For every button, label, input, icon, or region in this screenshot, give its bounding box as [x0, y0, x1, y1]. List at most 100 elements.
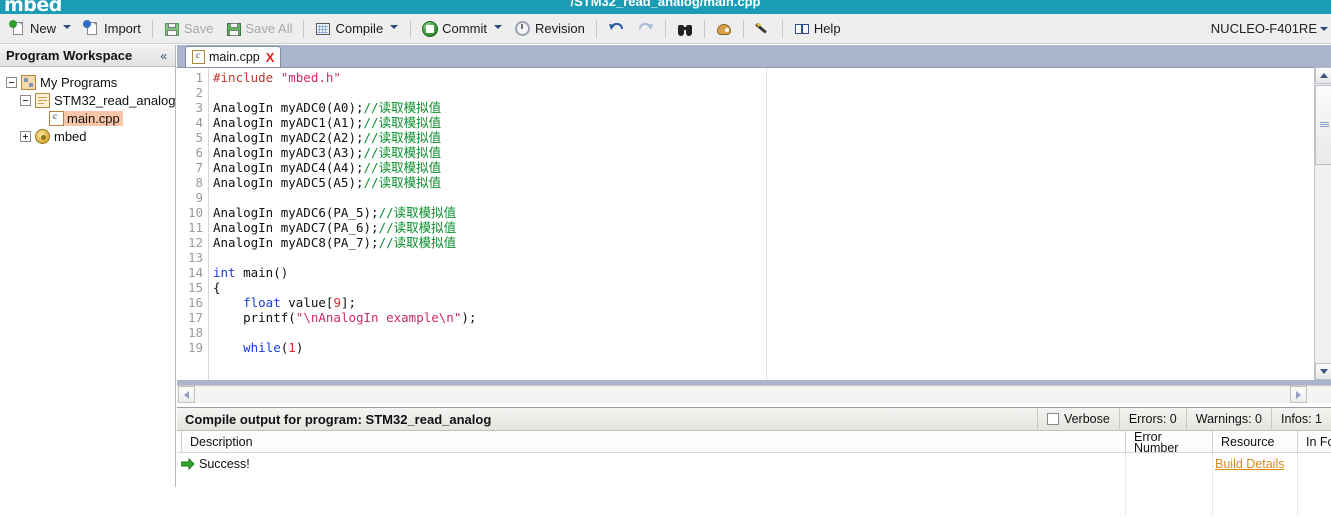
- new-dropdown-caret-icon[interactable]: [63, 23, 72, 32]
- code-line: 19 while(1): [177, 340, 1331, 355]
- code-token: //读取模拟值: [364, 115, 442, 130]
- column-header-in-folder[interactable]: In Folder: [1297, 431, 1331, 453]
- code-line: 15{: [177, 280, 1331, 295]
- scroll-left-button[interactable]: [178, 386, 195, 403]
- line-number: 4: [177, 115, 207, 130]
- table-row[interactable]: Success! Build Details: [177, 453, 1331, 475]
- tab-label: main.cpp: [205, 50, 266, 64]
- format-button[interactable]: [711, 17, 737, 41]
- editor-horizontal-scrollbar[interactable]: [177, 385, 1331, 403]
- expand-toggle-icon[interactable]: [20, 95, 31, 106]
- vertical-scroll-thumb[interactable]: [1315, 85, 1331, 165]
- document-title: /STM32_read_analog/main.cpp: [0, 0, 1331, 9]
- column-header-description[interactable]: Description: [181, 431, 1125, 453]
- compile-dropdown-caret-icon[interactable]: [390, 23, 399, 32]
- code-line: 12AnalogIn myADC8(PA_7);//读取模拟值: [177, 235, 1331, 250]
- code-content[interactable]: 1#include "mbed.h"23AnalogIn myADC0(A0);…: [177, 70, 1331, 355]
- code-token: #include: [213, 70, 281, 85]
- tree-item-my-programs[interactable]: My Programs: [0, 73, 175, 91]
- help-button-label: Help: [814, 21, 841, 36]
- line-number: 16: [177, 295, 207, 310]
- save-all-floppy-icon: [226, 21, 242, 37]
- column-label: In Folder: [1306, 435, 1331, 449]
- commit-button[interactable]: Commit: [417, 17, 508, 41]
- platform-selector[interactable]: NUCLEO-F401RE: [1211, 21, 1331, 36]
- close-tab-icon[interactable]: X: [266, 50, 275, 65]
- code-line-text: [207, 325, 213, 340]
- checkbox-icon[interactable]: [1047, 413, 1059, 425]
- expand-toggle-icon[interactable]: [6, 77, 17, 88]
- code-line-text: while(1): [207, 340, 303, 355]
- revision-button[interactable]: Revision: [510, 17, 590, 41]
- editor-vertical-scrollbar[interactable]: [1314, 67, 1331, 380]
- scroll-down-button[interactable]: [1315, 363, 1331, 380]
- import-button[interactable]: Import: [79, 17, 146, 41]
- warnings-counter[interactable]: Warnings: 0: [1186, 408, 1271, 430]
- chevron-up-icon: [1320, 73, 1328, 78]
- commit-dropdown-caret-icon[interactable]: [494, 23, 503, 32]
- wand-button[interactable]: ✦: [750, 17, 776, 41]
- code-line-text: #include "mbed.h": [207, 70, 341, 85]
- scroll-up-button[interactable]: [1315, 67, 1331, 84]
- line-number: 18: [177, 325, 207, 340]
- errors-counter[interactable]: Errors: 0: [1119, 408, 1186, 430]
- help-button[interactable]: Help: [789, 17, 846, 41]
- code-token: //读取模拟值: [364, 130, 442, 145]
- code-token: "\nAnalogIn example\n": [296, 310, 462, 325]
- line-number: 11: [177, 220, 207, 235]
- code-line-text: {: [207, 280, 221, 295]
- find-button[interactable]: [672, 17, 698, 41]
- collapse-panel-icon[interactable]: «: [160, 50, 175, 62]
- undo-button[interactable]: [603, 17, 630, 41]
- code-token: [213, 340, 243, 355]
- errors-label: Errors: 0: [1129, 412, 1177, 426]
- save-button[interactable]: Save: [159, 17, 219, 41]
- code-token: AnalogIn myADC2(A2);: [213, 130, 364, 145]
- build-details-link[interactable]: Build Details: [1215, 457, 1284, 471]
- program-workspace-panel: Program Workspace « My Programs STM32_re…: [0, 45, 176, 517]
- new-button[interactable]: New: [5, 17, 77, 41]
- tree-item-stm32-read-analog[interactable]: STM32_read_analog: [0, 91, 175, 109]
- code-line: 6AnalogIn myADC3(A3);//读取模拟值: [177, 145, 1331, 160]
- code-line: 4AnalogIn myADC1(A1);//读取模拟值: [177, 115, 1331, 130]
- column-header-resource[interactable]: Resource: [1212, 431, 1297, 453]
- line-number: 10: [177, 205, 207, 220]
- code-token: 9: [333, 295, 341, 310]
- compile-button[interactable]: Compile: [310, 17, 404, 41]
- code-line-text: AnalogIn myADC0(A0);//读取模拟值: [207, 100, 441, 115]
- code-token: //读取模拟值: [364, 100, 442, 115]
- verbose-checkbox[interactable]: Verbose: [1037, 408, 1119, 430]
- code-editor[interactable]: 1#include "mbed.h"23AnalogIn myADC0(A0);…: [177, 67, 1331, 380]
- tab-main-cpp[interactable]: main.cpp X: [185, 46, 281, 67]
- code-line-text: AnalogIn myADC3(A3);//读取模拟值: [207, 145, 441, 160]
- compile-output-title: Compile output for program: STM32_read_a…: [177, 412, 491, 427]
- code-line-text: [207, 190, 213, 205]
- save-all-button[interactable]: Save All: [221, 17, 298, 41]
- platform-dropdown-caret-icon[interactable]: [1319, 24, 1329, 34]
- program-tree: My Programs STM32_read_analog main.cpp m…: [0, 67, 175, 145]
- tree-item-main-cpp[interactable]: main.cpp: [0, 109, 175, 127]
- line-number: 7: [177, 160, 207, 175]
- code-token: {: [213, 280, 221, 295]
- toolbar-divider: [743, 20, 744, 38]
- code-token: float: [243, 295, 281, 310]
- redo-button[interactable]: [632, 17, 659, 41]
- infos-counter[interactable]: Infos: 1: [1271, 408, 1331, 430]
- code-token: //读取模拟值: [364, 160, 442, 175]
- redo-arrow-icon: [637, 21, 654, 37]
- scroll-right-button[interactable]: [1290, 386, 1307, 403]
- infos-label: Infos: 1: [1281, 412, 1322, 426]
- line-number: 19: [177, 340, 207, 355]
- column-label: Description: [190, 435, 253, 449]
- code-token: AnalogIn myADC3(A3);: [213, 145, 364, 160]
- platform-name-label: NUCLEO-F401RE: [1211, 21, 1319, 36]
- tree-item-mbed[interactable]: mbed: [0, 127, 175, 145]
- code-token: main(): [236, 265, 289, 280]
- save-all-button-label: Save All: [246, 21, 293, 36]
- new-page-icon: [10, 21, 26, 37]
- expand-toggle-icon[interactable]: [20, 131, 31, 142]
- chevron-down-icon: [1320, 369, 1328, 374]
- column-header-error-number[interactable]: Error Number: [1125, 431, 1212, 453]
- line-number: 14: [177, 265, 207, 280]
- save-floppy-icon: [164, 21, 180, 37]
